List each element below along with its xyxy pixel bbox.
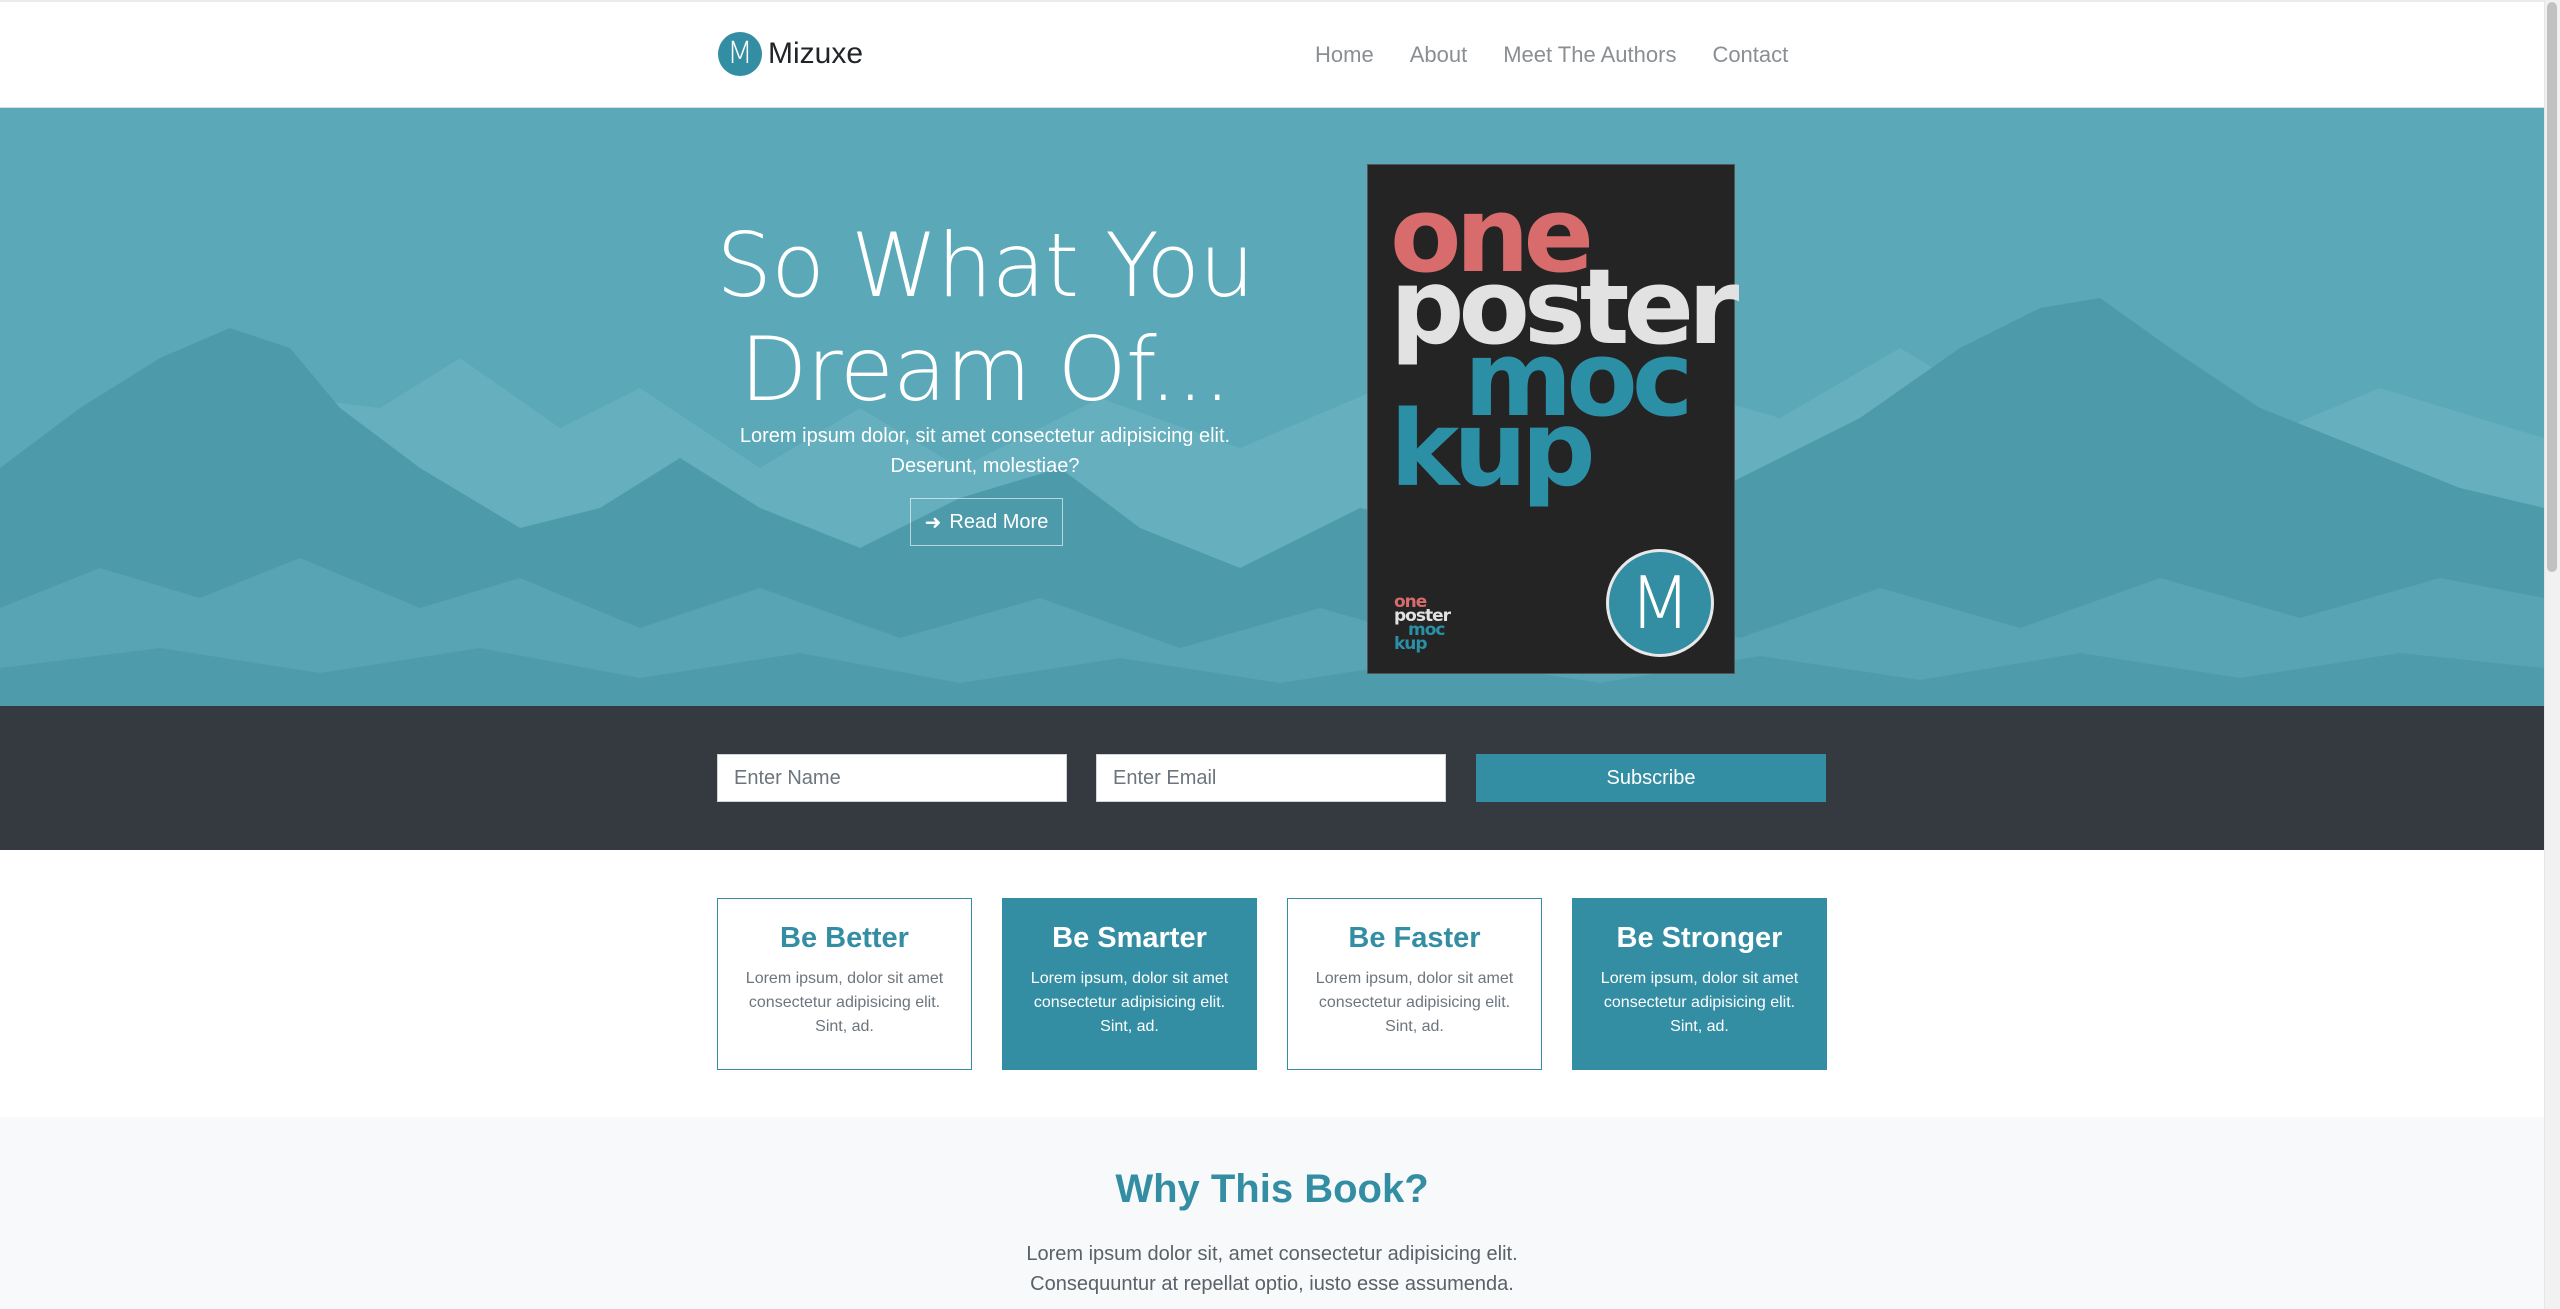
page: M Mizuxe Home About Meet The Authors Con… (0, 0, 2544, 1309)
poster-mini-kup: kup (1394, 634, 1428, 654)
arrow-right-icon: ➜ (924, 511, 942, 534)
why-title: Why This Book? (1115, 1167, 1429, 1211)
scrollbar-thumb[interactable] (2547, 2, 2557, 572)
feature-box-be-faster: Be Faster Lorem ipsum, dolor sit amet co… (1287, 898, 1542, 1070)
feature-box-text: Lorem ipsum, dolor sit amet consectetur … (1315, 970, 1514, 1035)
why-section: Why This Book? Lorem ipsum dolor sit, am… (0, 1117, 2544, 1309)
hero-section: So What You Dream Of... Lorem ipsum dolo… (0, 108, 2544, 706)
name-input[interactable] (717, 754, 1067, 802)
nav-link-meet-the-authors[interactable]: Meet The Authors (1503, 42, 1676, 68)
feature-boxes: Be Better Lorem ipsum, dolor sit amet co… (717, 898, 1827, 1070)
nav-link-home[interactable]: Home (1315, 42, 1374, 68)
feature-box-text: Lorem ipsum, dolor sit amet consectetur … (1600, 970, 1799, 1035)
feature-box-be-stronger: Be Stronger Lorem ipsum, dolor sit amet … (1572, 898, 1827, 1070)
poster-word-kup: kup (1390, 388, 1596, 510)
read-more-button[interactable]: ➜ Read More (910, 498, 1063, 546)
feature-box-title: Be Faster (1348, 922, 1481, 954)
hero-title-line-2: Dream Of... (739, 318, 1232, 421)
vertical-scrollbar[interactable] (2544, 0, 2560, 1309)
feature-box-be-better: Be Better Lorem ipsum, dolor sit amet co… (717, 898, 972, 1070)
navbar: M Mizuxe Home About Meet The Authors Con… (0, 0, 2544, 108)
feature-box-text: Lorem ipsum, dolor sit amet consectetur … (1030, 970, 1229, 1035)
book-poster-image: one poster moc kup one poster moc kup M (1367, 164, 1739, 674)
hero-title-line-1: So What You (716, 214, 1255, 317)
feature-box-text: Lorem ipsum, dolor sit amet consectetur … (745, 970, 944, 1035)
email-input[interactable] (1096, 754, 1446, 802)
subscribe-section: Subscribe (0, 706, 2544, 850)
read-more-label: Read More (949, 510, 1049, 533)
brand-link[interactable]: M Mizuxe (718, 32, 863, 76)
poster-logo-icon: M (1606, 549, 1714, 657)
nav-link-about[interactable]: About (1410, 42, 1468, 68)
nav-links: Home About Meet The Authors Contact (1315, 42, 1824, 68)
subscribe-button[interactable]: Subscribe (1476, 754, 1826, 802)
brand-logo-icon: M (718, 32, 762, 76)
nav-link-contact[interactable]: Contact (1712, 42, 1788, 68)
feature-box-title: Be Smarter (1052, 922, 1207, 954)
feature-box-title: Be Stronger (1616, 922, 1783, 954)
feature-box-title: Be Better (780, 922, 909, 954)
brand-name: Mizuxe (768, 37, 864, 70)
why-text: Lorem ipsum dolor sit, amet consectetur … (1026, 1243, 1518, 1295)
hero-subtitle: Lorem ipsum dolor, sit amet consectetur … (739, 425, 1231, 477)
feature-box-be-smarter: Be Smarter Lorem ipsum, dolor sit amet c… (1002, 898, 1257, 1070)
hero-title: So What You Dream Of... (680, 214, 1290, 422)
